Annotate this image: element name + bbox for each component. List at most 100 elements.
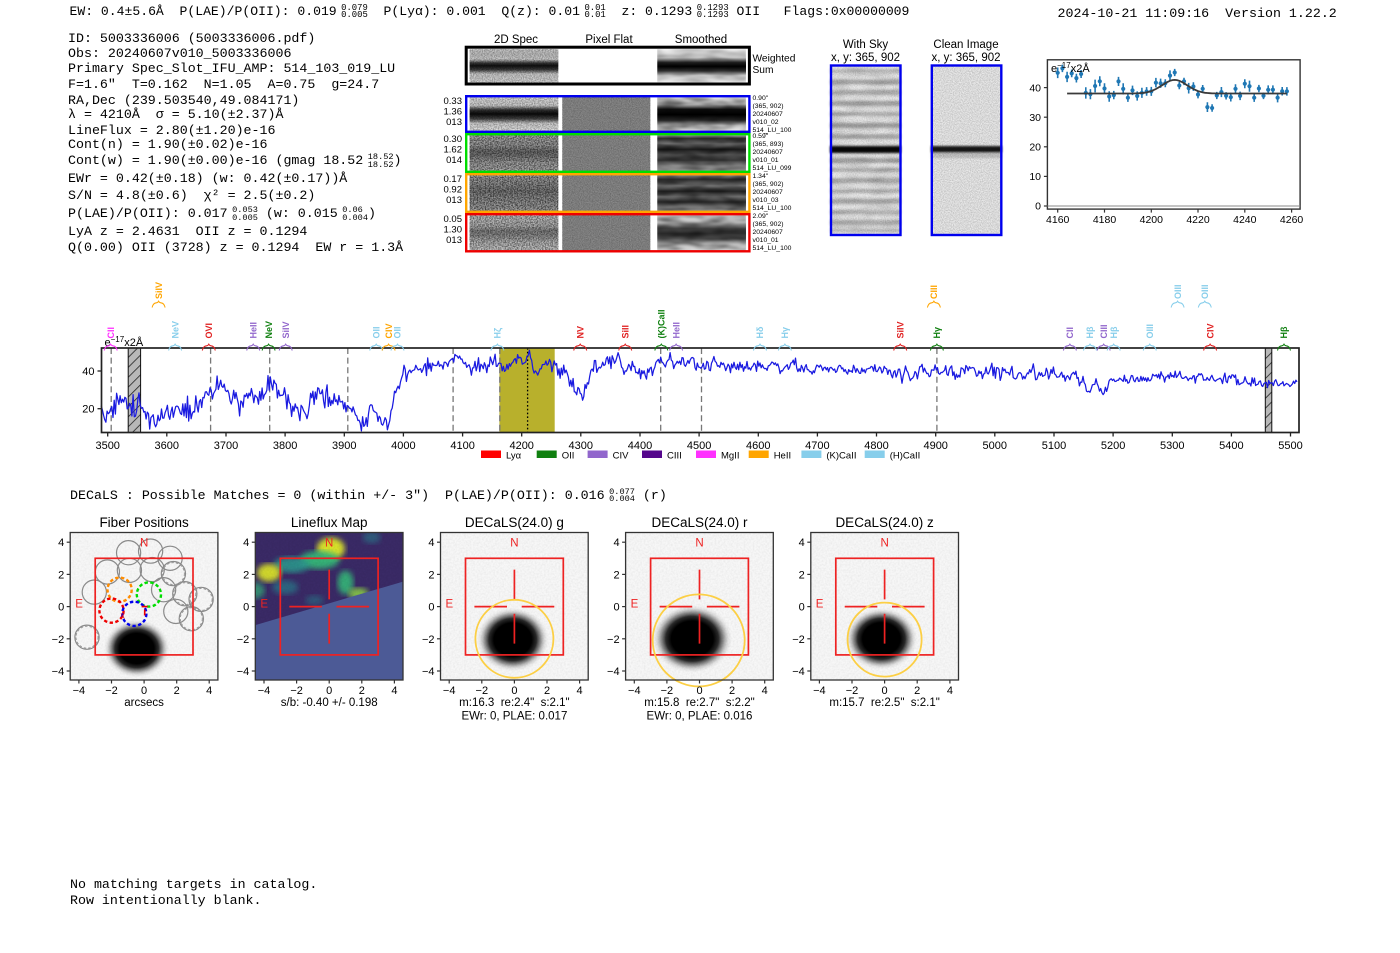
svg-text:−4: −4 [607, 666, 620, 678]
svg-text:5100: 5100 [1042, 440, 1066, 452]
svg-text:2: 2 [58, 569, 64, 581]
svg-text:HeII: HeII [774, 451, 791, 462]
svg-text:013: 013 [446, 117, 462, 128]
svg-text:0.59": 0.59" [753, 133, 769, 140]
svg-text:20240607: 20240607 [753, 229, 783, 236]
svg-text:3700: 3700 [214, 440, 238, 452]
svg-text:40: 40 [1029, 82, 1041, 94]
svg-text:N: N [880, 538, 888, 550]
svg-text:−4: −4 [813, 685, 826, 697]
svg-text:Pixel Flat: Pixel Flat [585, 34, 633, 46]
svg-text:OII: OII [371, 326, 381, 338]
svg-text:20240607: 20240607 [753, 111, 783, 118]
svg-text:−4: −4 [422, 666, 435, 678]
svg-text:2: 2 [914, 685, 920, 697]
svg-text:Lineflux Map: Lineflux Map [291, 515, 368, 530]
svg-text:arcsecs: arcsecs [124, 697, 164, 709]
svg-text:0: 0 [696, 685, 702, 697]
svg-text:514_LU_099: 514_LU_099 [753, 165, 792, 172]
svg-text:NV: NV [575, 326, 585, 339]
svg-text:−2: −2 [237, 634, 250, 646]
svg-text:CIII: CIII [1099, 324, 1109, 338]
svg-text:514_LU_100: 514_LU_100 [753, 245, 792, 252]
svg-text:Fiber Positions: Fiber Positions [99, 515, 189, 530]
svg-text:OIII: OIII [1200, 284, 1210, 299]
svg-text:m:16.3 re:2.4" s:2.1": m:16.3 re:2.4" s:2.1" [459, 697, 569, 709]
svg-text:514_LU_100: 514_LU_100 [753, 205, 792, 212]
svg-text:1.34": 1.34" [753, 173, 769, 180]
svg-text:MgII: MgII [721, 451, 739, 462]
svg-text:0: 0 [1035, 201, 1041, 213]
svg-text:2D Spec: 2D Spec [494, 34, 538, 46]
svg-text:EWr: 0, PLAE: 0.017: EWr: 0, PLAE: 0.017 [461, 711, 567, 723]
svg-text:Lyα: Lyα [506, 451, 522, 462]
svg-text:−4: −4 [628, 685, 641, 697]
svg-text:(K)CaII: (K)CaII [657, 310, 667, 339]
svg-text:With Sky: With Sky [843, 39, 889, 51]
svg-text:0.90": 0.90" [753, 95, 769, 102]
svg-text:4200: 4200 [1140, 214, 1164, 226]
svg-text:OII: OII [562, 451, 575, 462]
svg-text:0.92: 0.92 [444, 184, 463, 195]
svg-text:4800: 4800 [864, 440, 888, 452]
svg-text:0: 0 [882, 685, 888, 697]
svg-text:(365, 893): (365, 893) [753, 141, 784, 148]
svg-text:5300: 5300 [1160, 440, 1184, 452]
svg-text:x, y: 365, 902: x, y: 365, 902 [831, 52, 900, 64]
svg-text:Hβ: Hβ [1279, 326, 1289, 338]
svg-text:4000: 4000 [391, 440, 415, 452]
svg-text:(365, 902): (365, 902) [753, 181, 784, 188]
svg-text:4: 4 [613, 537, 619, 549]
svg-text:013: 013 [446, 235, 462, 246]
svg-text:N: N [510, 538, 518, 550]
svg-text:4: 4 [391, 685, 397, 697]
svg-text:4: 4 [762, 685, 768, 697]
svg-text:0: 0 [511, 685, 517, 697]
svg-text:Hβ: Hβ [1109, 326, 1119, 338]
svg-text:4400: 4400 [628, 440, 652, 452]
svg-text:20240607: 20240607 [753, 189, 783, 196]
svg-text:−2: −2 [290, 685, 303, 697]
svg-text:CIV: CIV [1205, 323, 1215, 338]
svg-text:m:15.8 re:2.7" s:2.2": m:15.8 re:2.7" s:2.2" [644, 697, 754, 709]
svg-text:e−17x2Å: e−17x2Å [1051, 61, 1090, 75]
svg-text:013: 013 [446, 195, 462, 206]
svg-text:0.17: 0.17 [444, 174, 463, 185]
svg-text:v010_03: v010_03 [753, 197, 779, 204]
svg-text:4240: 4240 [1233, 214, 1257, 226]
svg-text:4: 4 [947, 685, 953, 697]
svg-text:CII: CII [1065, 327, 1075, 339]
svg-text:E: E [816, 599, 824, 611]
svg-text:0: 0 [613, 602, 619, 614]
svg-text:EWr: 0, PLAE: 0.016: EWr: 0, PLAE: 0.016 [647, 711, 753, 723]
svg-text:4: 4 [58, 537, 64, 549]
svg-text:4160: 4160 [1046, 214, 1070, 226]
svg-text:0: 0 [799, 602, 805, 614]
svg-text:0: 0 [141, 685, 147, 697]
svg-text:2: 2 [174, 685, 180, 697]
svg-text:20: 20 [1029, 142, 1041, 154]
svg-text:OVI: OVI [204, 323, 214, 339]
svg-text:N: N [325, 538, 333, 550]
svg-text:OIII: OIII [1145, 324, 1155, 339]
svg-text:30: 30 [1029, 112, 1041, 124]
svg-text:3800: 3800 [273, 440, 297, 452]
svg-text:−2: −2 [105, 685, 118, 697]
svg-text:(365, 902): (365, 902) [753, 221, 784, 228]
svg-text:20240607: 20240607 [753, 149, 783, 156]
svg-text:5500: 5500 [1278, 440, 1302, 452]
svg-text:CII: CII [106, 327, 116, 339]
svg-text:4100: 4100 [450, 440, 474, 452]
svg-text:−2: −2 [52, 634, 65, 646]
svg-text:Smoothed: Smoothed [675, 34, 727, 46]
svg-text:5400: 5400 [1219, 440, 1243, 452]
svg-text:Sum: Sum [753, 65, 774, 76]
svg-text:0: 0 [243, 602, 249, 614]
svg-text:1.62: 1.62 [444, 144, 463, 155]
svg-text:014: 014 [446, 155, 462, 166]
svg-text:Clean Image: Clean Image [933, 39, 998, 51]
svg-text:4500: 4500 [687, 440, 711, 452]
svg-text:DECaLS(24.0) z: DECaLS(24.0) z [835, 515, 934, 530]
svg-text:−4: −4 [73, 685, 86, 697]
svg-text:−4: −4 [792, 666, 805, 678]
